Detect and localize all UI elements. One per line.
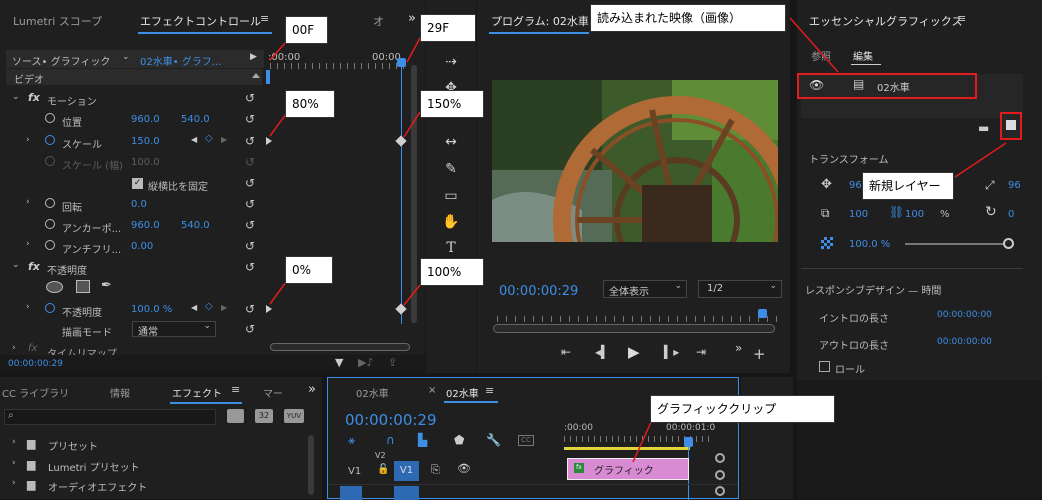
annotation-media: 読み込まれた映像（画像） bbox=[590, 4, 786, 32]
arrow-80 bbox=[269, 113, 287, 137]
arrow-29f bbox=[406, 37, 421, 63]
arrow-150 bbox=[403, 111, 421, 138]
arrow-00f bbox=[269, 41, 287, 61]
annotation-new-layer: 新規レイヤー bbox=[862, 172, 954, 200]
annotation-29f: 29F bbox=[420, 14, 476, 42]
annotation-0: 0% bbox=[285, 256, 333, 284]
arrow-newlayer bbox=[954, 142, 1007, 178]
arrow-100 bbox=[403, 284, 421, 306]
arrow-clip bbox=[632, 419, 653, 463]
annotation-150: 150% bbox=[420, 90, 484, 118]
arrow-media bbox=[789, 17, 839, 73]
arrow-0 bbox=[269, 281, 287, 305]
annotation-100: 100% bbox=[420, 258, 484, 286]
annotation-00f: 00F bbox=[285, 16, 328, 44]
annotation-graphic-clip: グラフィッククリップ bbox=[650, 395, 835, 423]
annotation-80: 80% bbox=[285, 90, 335, 118]
annotation-arrows bbox=[269, 17, 1007, 463]
